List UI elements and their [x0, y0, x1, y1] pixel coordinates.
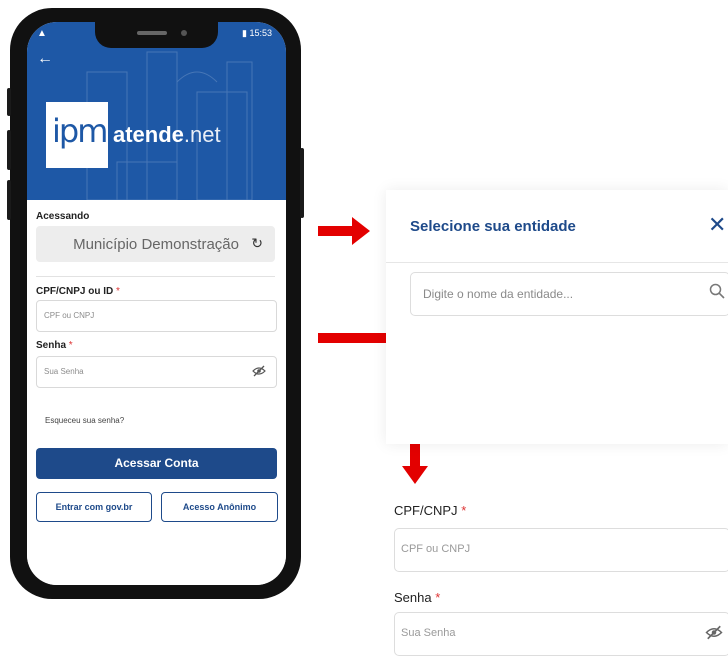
zoom-cpf-label-text: CPF/CNPJ — [394, 503, 458, 518]
eye-off-icon[interactable] — [705, 625, 723, 643]
login-header: ▲ ▮ 15:53 ← ipm atende.net — [27, 22, 286, 200]
password-label: Senha * — [36, 340, 73, 351]
phone-screen: ▲ ▮ 15:53 ← ipm atende.net Acessando Mun… — [27, 22, 286, 585]
required-mark: * — [68, 340, 73, 351]
password-placeholder: Sua Senha — [44, 367, 84, 376]
govbr-login-button[interactable]: Entrar com gov.br — [36, 492, 152, 522]
phone-side-button — [7, 130, 11, 170]
refresh-icon[interactable]: ↻ — [251, 235, 263, 252]
atende-net-logo: atende.net — [113, 122, 221, 148]
front-camera — [181, 30, 187, 36]
zoom-password-label-text: Senha — [394, 590, 432, 605]
anonymous-access-button[interactable]: Acesso Anônimo — [161, 492, 278, 522]
close-icon[interactable]: ✕ — [708, 212, 726, 238]
clock: ▮ 15:53 — [242, 28, 272, 38]
entity-search-input[interactable]: Digite o nome da entidade... — [410, 272, 728, 316]
logo-net-text: .net — [183, 122, 221, 147]
logo-ipm-text: ipm — [52, 112, 108, 150]
entity-selection-dialog: Selecione sua entidade ✕ Digite o nome d… — [386, 190, 728, 444]
arrow-shaft — [318, 226, 354, 236]
status-time: 15:53 — [249, 28, 272, 38]
arrow-head — [402, 466, 428, 484]
zoom-cpf-label: CPF/CNPJ * — [394, 503, 466, 518]
phone-notch — [95, 22, 218, 48]
zoom-password-label: Senha * — [394, 590, 440, 605]
back-arrow-icon[interactable]: ← — [37, 50, 53, 68]
password-label-text: Senha — [36, 340, 67, 351]
password-input[interactable]: Sua Senha — [36, 356, 277, 388]
required-mark: * — [116, 286, 120, 297]
cpf-input[interactable]: CPF ou CNPJ — [36, 300, 277, 332]
cpf-label-text: CPF/CNPJ ou ID — [36, 286, 114, 297]
entity-selector[interactable]: Município Demonstração ↻ — [36, 226, 275, 262]
zoom-cpf-input[interactable]: CPF ou CNPJ — [394, 528, 728, 572]
phone-side-button — [7, 88, 11, 116]
forgot-password-link[interactable]: Esqueceu sua senha? — [45, 416, 124, 425]
speaker-grill — [137, 31, 167, 35]
phone-side-button — [7, 180, 11, 220]
ipm-logo: ipm — [46, 102, 108, 168]
login-form: Acessando Município Demonstração ↻ CPF/C… — [27, 200, 286, 585]
accessing-label: Acessando — [36, 211, 90, 222]
arrow-head — [352, 217, 370, 245]
cpf-placeholder: CPF ou CNPJ — [44, 311, 95, 320]
phone-side-button — [300, 148, 304, 218]
required-mark: * — [461, 503, 467, 518]
zoom-password-input[interactable]: Sua Senha — [394, 612, 728, 656]
divider — [36, 276, 275, 277]
zoom-password-placeholder: Sua Senha — [401, 627, 456, 639]
entity-name: Município Demonstração — [73, 236, 239, 253]
search-placeholder: Digite o nome da entidade... — [423, 287, 574, 301]
zoom-cpf-placeholder: CPF ou CNPJ — [401, 543, 471, 555]
divider — [386, 262, 728, 263]
cpf-label: CPF/CNPJ ou ID * — [36, 286, 120, 297]
access-account-button[interactable]: Acessar Conta — [36, 448, 277, 479]
signal-icon: ▲ — [37, 28, 47, 39]
dialog-title: Selecione sua entidade — [410, 218, 576, 235]
phone-mockup: ▲ ▮ 15:53 ← ipm atende.net Acessando Mun… — [7, 8, 304, 599]
logo-atende-text: atende — [113, 122, 184, 147]
eye-off-icon[interactable] — [252, 365, 266, 380]
required-mark: * — [435, 590, 441, 605]
search-icon[interactable] — [709, 283, 725, 304]
